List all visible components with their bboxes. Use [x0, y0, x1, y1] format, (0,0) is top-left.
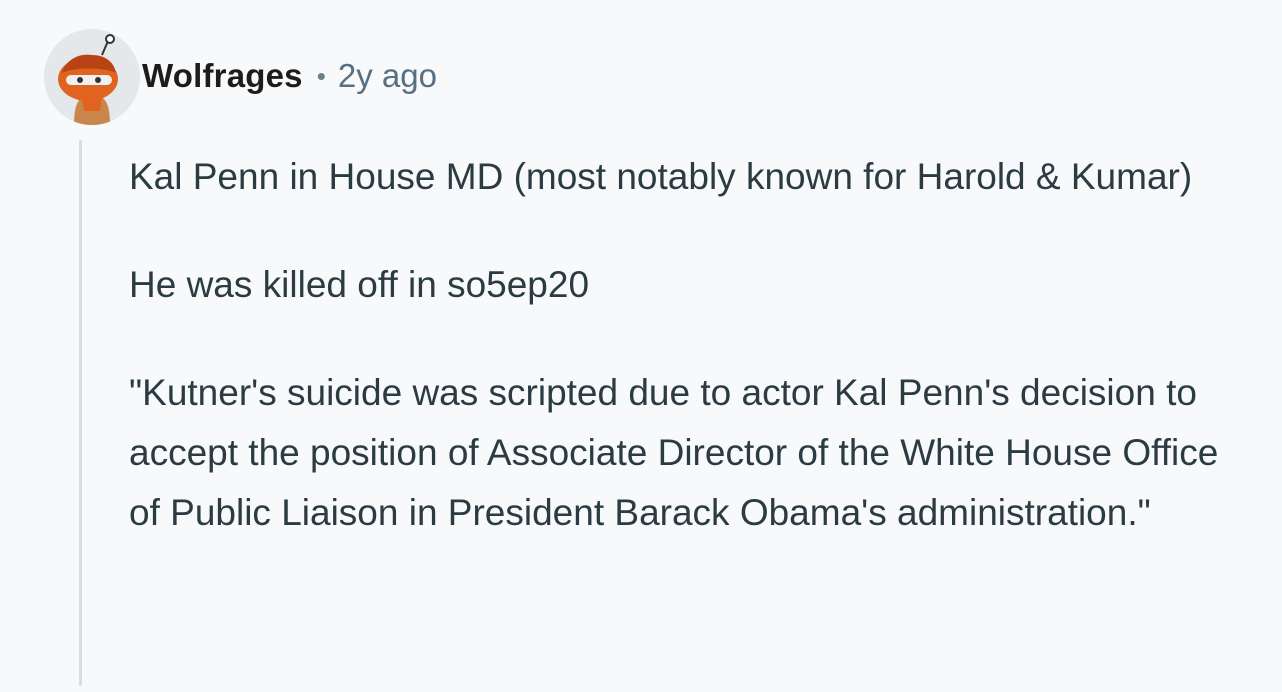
thread-collapse-line[interactable]: [79, 140, 82, 686]
username-link[interactable]: Wolfrages: [142, 57, 303, 95]
comment-paragraph: Kal Penn in House MD (most notably known…: [129, 156, 1193, 197]
comment: Wolfrages • 2y ago Kal Penn in House MD …: [0, 0, 1282, 692]
comment-paragraph: He was killed off in so5ep20: [129, 264, 590, 305]
comment-body: Kal Penn in House MD (most notably known…: [129, 147, 1249, 543]
comment-timestamp[interactable]: 2y ago: [338, 57, 437, 95]
snoo-avatar-icon: [44, 29, 140, 125]
user-avatar[interactable]: [44, 29, 140, 125]
meta-separator: •: [316, 60, 326, 91]
comment-header: Wolfrages • 2y ago: [142, 54, 437, 98]
comment-paragraph: "Kutner's suicide was scripted due to ac…: [129, 372, 1219, 533]
